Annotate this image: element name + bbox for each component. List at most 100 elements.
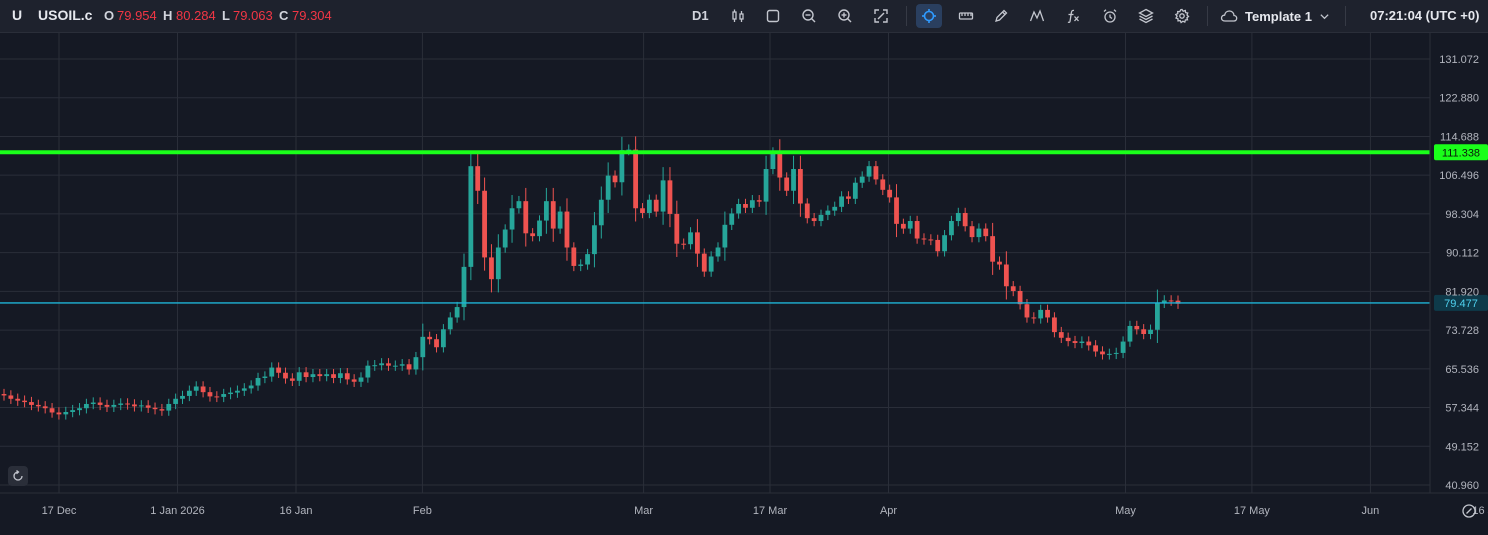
candle-body [90, 402, 96, 404]
candle-body [763, 169, 769, 202]
candle [1168, 295, 1174, 306]
candle [56, 407, 62, 420]
price-chart[interactable]: 111.338 79.477 131.072 122.880 114.688 106.4… [0, 33, 1488, 535]
candle [104, 399, 110, 413]
zoom-out-button[interactable] [796, 4, 822, 28]
horizontal-gridlines [0, 58, 1430, 486]
candle [269, 362, 275, 382]
candle [894, 184, 899, 238]
candle-body [1045, 309, 1050, 318]
candle-body [310, 374, 316, 378]
candle [509, 195, 515, 243]
candle [118, 398, 124, 411]
crosshair-icon [922, 9, 936, 23]
candle [1141, 324, 1147, 340]
candle-body [537, 220, 542, 237]
square-icon [766, 9, 780, 23]
resistance-price-label: 111.338 [1442, 147, 1480, 159]
template-selector[interactable]: Template 1 [1220, 4, 1330, 28]
candle-body [859, 176, 865, 183]
ohlc-high-value: 80.284 [176, 8, 216, 23]
axis-settings-button[interactable] [1460, 502, 1478, 520]
candle [29, 396, 34, 411]
draw-button[interactable] [988, 4, 1014, 28]
candle [475, 152, 481, 205]
candle-body [1168, 300, 1174, 302]
candle-body [962, 212, 968, 227]
price-levels: 111.338 79.477 [0, 144, 1488, 311]
candle [1155, 289, 1160, 343]
price-tick-label: 98.304 [1445, 209, 1479, 221]
candle-body [1038, 309, 1044, 319]
alarm-button[interactable] [1097, 4, 1123, 28]
refresh-icon [13, 470, 23, 481]
candle-body [619, 150, 625, 183]
top-toolbar: U USOIL.c O 79.954 H 80.284 L 79.063 C 7… [0, 0, 1488, 33]
time-axis[interactable]: 17 Dec 1 Jan 2026 16 Jan Feb Mar 17 Mar Apr May… [0, 492, 1488, 517]
zoom-in-button[interactable] [832, 4, 858, 28]
candle [262, 371, 268, 384]
candle [1003, 251, 1009, 300]
candle [640, 203, 645, 219]
candle [495, 234, 501, 293]
candles-icon [732, 9, 744, 22]
candle [344, 368, 350, 385]
indicators-button[interactable] [1024, 4, 1050, 28]
candle [138, 400, 144, 412]
candle [791, 155, 796, 205]
candle-body [743, 204, 748, 208]
candle-body [255, 377, 261, 386]
candle [997, 256, 1002, 270]
candle-body [571, 247, 577, 266]
fullscreen-button[interactable] [868, 4, 894, 28]
function-icon [1067, 9, 1079, 23]
shape-button[interactable] [760, 4, 786, 28]
candle [63, 406, 69, 420]
candle-body [688, 232, 693, 245]
settings-button[interactable] [1169, 4, 1195, 28]
function-button[interactable] [1060, 4, 1086, 28]
candle-body [667, 180, 673, 214]
candle [846, 191, 851, 205]
ruler-button[interactable] [953, 4, 979, 28]
candle [434, 334, 439, 353]
candle-body [674, 213, 680, 244]
candle-body [1065, 337, 1071, 342]
candle-body [633, 149, 639, 209]
price-tick-label: 73.728 [1445, 325, 1479, 337]
symbol-name[interactable]: USOIL.c [38, 7, 92, 23]
price-tick-label: 131.072 [1439, 54, 1479, 66]
candle-body [578, 264, 584, 266]
candle-body [770, 152, 776, 170]
candle-body [777, 152, 783, 178]
candle-body [159, 409, 165, 411]
candle-body [434, 339, 439, 348]
candle [276, 362, 282, 378]
candle-body [736, 204, 742, 214]
layers-button[interactable] [1133, 4, 1159, 28]
crosshair-button[interactable] [916, 4, 942, 28]
ruler-icon [958, 12, 974, 20]
candle [1175, 295, 1181, 309]
close-circle-icon [1462, 504, 1476, 518]
candle [804, 198, 810, 224]
candle-body [955, 212, 961, 222]
candle [914, 215, 920, 244]
candle [1058, 326, 1064, 343]
candle [296, 367, 302, 387]
reset-chart-button[interactable] [8, 466, 28, 486]
timeframe-button[interactable]: D1 [692, 8, 709, 23]
candle-body [235, 390, 240, 393]
candle [221, 388, 227, 403]
candle-body [324, 374, 330, 377]
candle-type-button[interactable] [725, 4, 751, 28]
time-tick-label: 17 Mar [753, 505, 788, 517]
candle [523, 187, 529, 247]
candle-body [1079, 341, 1085, 343]
price-tick-label: 90.112 [1446, 248, 1479, 260]
candle [660, 167, 666, 225]
candle-body [983, 228, 989, 237]
candle [1113, 347, 1119, 360]
candle-body [248, 385, 254, 389]
price-axis[interactable]: 131.072 122.880 114.688 106.496 98.304 90.112… [1429, 33, 1479, 493]
